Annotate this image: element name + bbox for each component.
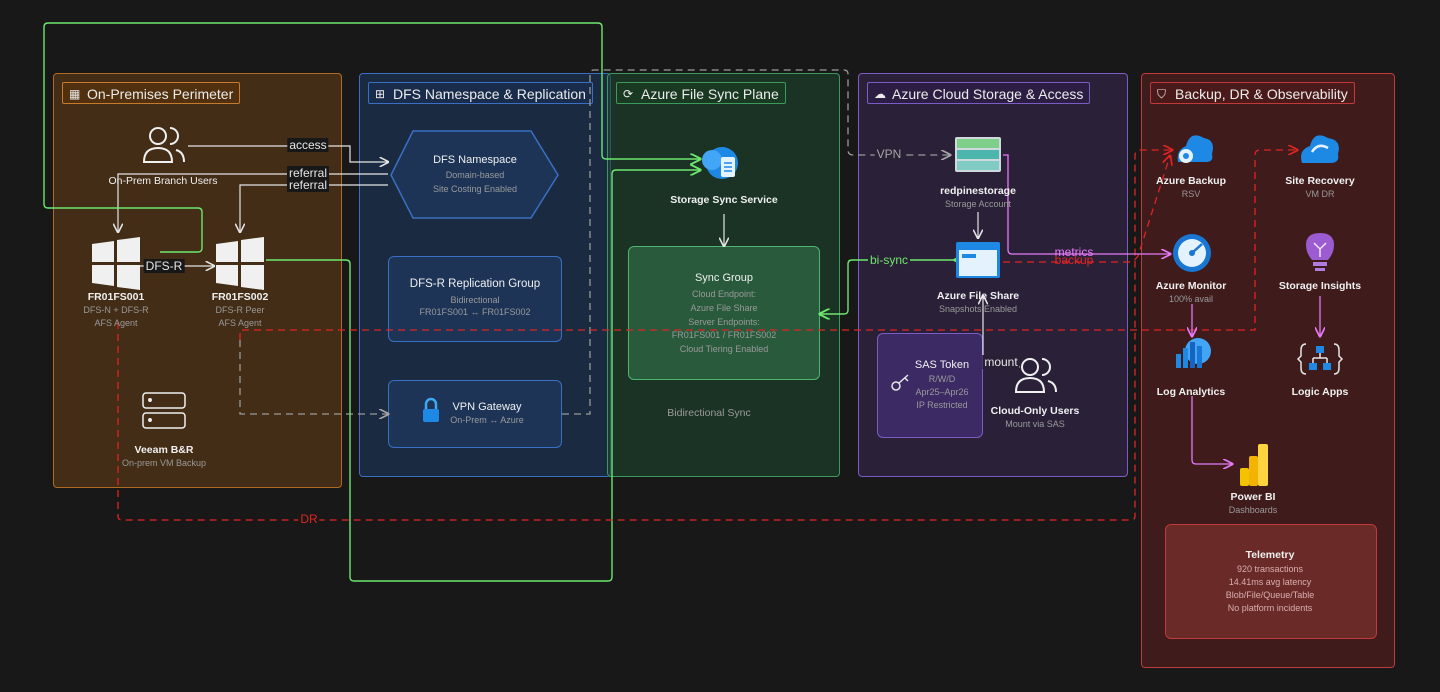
windows-icon: [92, 237, 140, 290]
key-icon: [891, 374, 909, 391]
azure-monitor-sub1: 100% avail: [1168, 294, 1214, 304]
file-share-sub1: Snapshots Enabled: [938, 304, 1018, 314]
storage-sync-icon: [702, 147, 738, 179]
bidirectional-sync-note: Bidirectional Sync: [667, 407, 751, 419]
telemetry-l4: No platform incidents: [1227, 603, 1313, 613]
log-analytics-name: Log Analytics: [1156, 386, 1226, 398]
server-icon: [142, 392, 186, 429]
bulb-icon: [1306, 233, 1334, 271]
powerbi-icon: [1240, 444, 1268, 486]
site-recovery-name: Site Recovery: [1285, 175, 1355, 187]
dfs-namespace-name[interactable]: DFS Namespace: [433, 154, 517, 166]
lock-icon: [423, 397, 439, 422]
file-share-name: Azure File Share: [936, 290, 1020, 302]
sync-group-l5: Cloud Tiering Enabled: [679, 344, 769, 354]
cloud-recovery-icon: [1301, 135, 1339, 163]
storage-account-name: redpinestorage: [940, 185, 1016, 197]
azure-monitor-name: Azure Monitor: [1155, 280, 1227, 292]
telemetry-l2: 14.41ms avg latency: [1228, 577, 1312, 587]
gauge-icon: [1173, 234, 1211, 272]
sas-token-sub1: R/W/D: [928, 374, 956, 384]
azure-backup-sub1: RSV: [1181, 189, 1201, 199]
cloud-backup-icon: [1177, 135, 1213, 163]
sync-group-l1: Cloud Endpoint:: [691, 289, 757, 299]
dfsr-group-name: DFS-R Replication Group: [409, 278, 541, 290]
logic-icon: [1296, 343, 1344, 375]
sas-token-sub2: Apr25–Apr26: [915, 387, 969, 397]
dfsr-group-sub2: FR01FS001 ↔ FR01FS002: [419, 307, 531, 317]
fileshare-icon: [956, 242, 1000, 278]
veeam-name: Veeam B&R: [134, 444, 194, 456]
site-recovery-sub1: VM DR: [1305, 189, 1335, 199]
logic-apps-name: Logic Apps: [1291, 386, 1349, 398]
users-icon: [1014, 358, 1057, 393]
power-bi-name: Power BI: [1230, 491, 1276, 503]
cloud-users-sub1: Mount via SAS: [1005, 419, 1065, 429]
users-icon: [142, 127, 185, 163]
vpn-gateway-name: VPN Gateway: [452, 401, 522, 413]
sync-service-name: Storage Sync Service: [670, 194, 778, 206]
cloud-users-name: Cloud-Only Users: [990, 405, 1080, 417]
log-icon: [1176, 338, 1211, 368]
fs1-sub1: DFS-N + DFS-R: [83, 305, 149, 315]
sas-token-sub3: IP Restricted: [916, 400, 968, 410]
telemetry-l1: 920 transactions: [1236, 564, 1304, 574]
fs2-name: FR01FS002: [211, 291, 269, 303]
fs2-sub1: DFS-R Peer: [215, 305, 265, 315]
telemetry-l3: Blob/File/Queue/Table: [1225, 590, 1315, 600]
power-bi-sub1: Dashboards: [1228, 505, 1278, 515]
dfs-namespace-sub1: Domain-based: [445, 170, 505, 180]
windows-icon: [216, 237, 264, 290]
sync-group-l2: Azure File Share: [690, 303, 758, 313]
azure-backup-name: Azure Backup: [1155, 175, 1227, 187]
sync-group-name: Sync Group: [694, 272, 754, 284]
storage-account-sub1: Storage Account: [944, 199, 1012, 209]
sync-group-l3: Server Endpoints:: [688, 317, 760, 327]
sync-group-l4: FR01FS001 / FR01FS002: [671, 330, 777, 340]
vpn-gateway-sub1: On-Prem ↔ Azure: [450, 415, 524, 425]
storage-icon: [955, 137, 1001, 172]
dfsr-group-sub1: Bidirectional: [450, 295, 500, 305]
telemetry-name: Telemetry: [1245, 549, 1295, 561]
fs2-sub2: AFS Agent: [218, 318, 262, 328]
veeam-sub1: On-prem VM Backup: [121, 458, 207, 468]
fs1-name: FR01FS001: [87, 291, 145, 303]
branch-users-label: On-Prem Branch Users: [108, 175, 218, 187]
sas-token-name: SAS Token: [914, 359, 970, 371]
fs1-sub2: AFS Agent: [94, 318, 138, 328]
dfs-namespace-sub2: Site Costing Enabled: [432, 184, 518, 194]
storage-insights-name: Storage Insights: [1278, 280, 1362, 292]
